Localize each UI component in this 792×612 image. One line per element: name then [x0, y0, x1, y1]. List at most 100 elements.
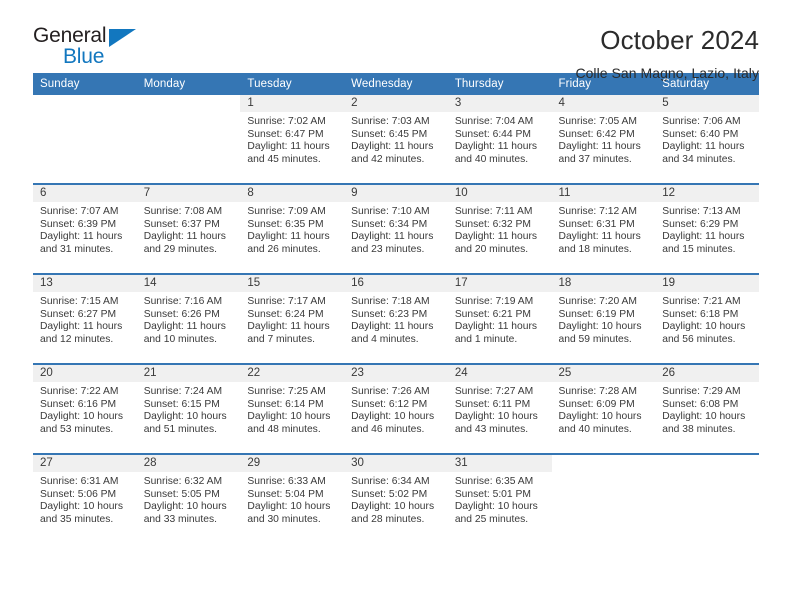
daylight-text: and 51 minutes. — [143, 423, 217, 435]
day-cell[interactable]: 21 Sunrise: 7:24 AM Sunset: 6:15 PM Dayligh… — [136, 365, 241, 453]
day-cell[interactable]: 8 Sunrise: 7:09 AM Sunset: 6:35 PM Daylight… — [240, 185, 345, 273]
sunset-text: Sunset: 6:47 PM — [247, 128, 324, 140]
day-number: 8 — [240, 185, 345, 202]
day-details: Sunrise: 6:34 AM Sunset: 5:02 PM Daylight:… — [344, 472, 448, 526]
daylight-text: Daylight: 10 hours — [662, 411, 746, 423]
daylight-text: Daylight: 10 hours — [454, 411, 538, 423]
daylight-text: and 15 minutes. — [662, 243, 736, 255]
day-number: 21 — [136, 365, 241, 382]
weekday-header-monday: Monday — [136, 73, 241, 95]
daylight-text: Daylight: 10 hours — [143, 411, 227, 423]
daylight-text: and 38 minutes. — [662, 423, 736, 435]
sunset-text: Sunset: 6:35 PM — [247, 218, 324, 230]
daylight-text: Daylight: 10 hours — [351, 501, 435, 513]
day-number: 27 — [33, 455, 137, 472]
sunset-text: Sunset: 5:02 PM — [351, 488, 428, 500]
day-number: 12 — [655, 185, 759, 202]
day-number: 23 — [344, 365, 448, 382]
day-cell[interactable]: 20 Sunrise: 7:22 AM Sunset: 6:16 PM Dayligh… — [33, 365, 137, 453]
day-cell[interactable]: 19 Sunrise: 7:21 AM Sunset: 6:18 PM Dayligh… — [655, 275, 759, 363]
day-cell[interactable]: 9 Sunrise: 7:10 AM Sunset: 6:34 PM Daylight… — [344, 185, 448, 273]
day-number: 31 — [447, 455, 552, 472]
day-cell[interactable]: 6 Sunrise: 7:07 AM Sunset: 6:39 PM Daylight… — [33, 185, 137, 273]
daylight-text: Daylight: 11 hours — [662, 141, 745, 153]
daylight-text: and 34 minutes. — [662, 153, 736, 165]
daylight-text: and 40 minutes. — [558, 423, 632, 435]
day-details: Sunrise: 7:15 AM Sunset: 6:27 PM Daylight:… — [33, 292, 137, 346]
sunrise-text: Sunrise: 7:21 AM — [662, 296, 741, 307]
day-details: Sunrise: 6:35 AM Sunset: 5:01 PM Daylight:… — [448, 472, 552, 526]
sunrise-text: Sunrise: 7:27 AM — [454, 386, 534, 397]
sunset-text: Sunset: 6:16 PM — [40, 398, 117, 410]
day-details: Sunrise: 6:32 AM Sunset: 5:05 PM Daylight:… — [137, 472, 241, 526]
day-cell[interactable]: 31 Sunrise: 6:35 AM Sunset: 5:01 PM Dayligh… — [447, 455, 552, 543]
title-block: October 2024 Colle San Magno, Lazio, Ita… — [575, 24, 759, 81]
day-cell[interactable]: 15 Sunrise: 7:17 AM Sunset: 6:24 PM Dayligh… — [240, 275, 345, 363]
sunrise-text: Sunrise: 7:04 AM — [454, 116, 534, 127]
daylight-text: and 26 minutes. — [247, 243, 321, 255]
day-number: 19 — [655, 275, 759, 292]
day-cell[interactable]: 14 Sunrise: 7:16 AM Sunset: 6:26 PM Dayligh… — [136, 275, 241, 363]
day-cell[interactable]: 16 Sunrise: 7:18 AM Sunset: 6:23 PM Dayligh… — [344, 275, 448, 363]
day-cell[interactable]: 2 Sunrise: 7:03 AM Sunset: 6:45 PM Daylight… — [344, 95, 448, 183]
day-cell-empty — [136, 95, 241, 183]
day-cell[interactable]: 25 Sunrise: 7:28 AM Sunset: 6:09 PM Dayligh… — [551, 365, 656, 453]
day-number: 14 — [136, 275, 241, 292]
daylight-text: and 20 minutes. — [454, 243, 529, 255]
sunset-text: Sunset: 6:27 PM — [40, 308, 117, 320]
daylight-text: Daylight: 11 hours — [40, 321, 123, 333]
day-details — [33, 112, 137, 116]
day-cell[interactable]: 11 Sunrise: 7:12 AM Sunset: 6:31 PM Dayligh… — [551, 185, 656, 273]
day-cell[interactable]: 12 Sunrise: 7:13 AM Sunset: 6:29 PM Dayligh… — [655, 185, 759, 273]
day-number: 4 — [551, 95, 656, 112]
day-details: Sunrise: 7:03 AM Sunset: 6:45 PM Daylight:… — [344, 112, 448, 166]
daylight-text: Daylight: 10 hours — [40, 501, 123, 513]
sunset-text: Sunset: 6:31 PM — [558, 218, 635, 230]
sunrise-text: Sunrise: 7:10 AM — [351, 206, 430, 217]
sunrise-text: Sunrise: 7:12 AM — [558, 206, 637, 217]
weekday-header-thursday: Thursday — [447, 73, 552, 95]
day-cell[interactable]: 23 Sunrise: 7:26 AM Sunset: 6:12 PM Dayligh… — [344, 365, 448, 453]
day-cell[interactable]: 13 Sunrise: 7:15 AM Sunset: 6:27 PM Dayligh… — [33, 275, 137, 363]
sunset-text: Sunset: 6:40 PM — [662, 128, 739, 140]
day-details: Sunrise: 6:31 AM Sunset: 5:06 PM Daylight:… — [33, 472, 137, 526]
calendar-table: Sunday Monday Tuesday Wednesday Thursday Frid… — [33, 73, 759, 543]
sunrise-text: Sunrise: 7:29 AM — [662, 386, 741, 397]
sunset-text: Sunset: 6:26 PM — [143, 308, 220, 320]
day-cell[interactable]: 17 Sunrise: 7:19 AM Sunset: 6:21 PM Dayligh… — [447, 275, 552, 363]
day-cell[interactable]: 28 Sunrise: 6:32 AM Sunset: 5:05 PM Dayligh… — [136, 455, 241, 543]
day-cell[interactable]: 30 Sunrise: 6:34 AM Sunset: 5:02 PM Dayligh… — [344, 455, 448, 543]
day-details: Sunrise: 6:33 AM Sunset: 5:04 PM Daylight:… — [240, 472, 344, 526]
day-cell[interactable]: 4 Sunrise: 7:05 AM Sunset: 6:42 PM Daylight… — [551, 95, 656, 183]
sunrise-text: Sunrise: 6:35 AM — [454, 476, 534, 487]
daylight-text: Daylight: 11 hours — [351, 321, 434, 333]
page-title: October 2024 — [600, 25, 759, 55]
sunrise-text: Sunrise: 7:22 AM — [40, 386, 119, 397]
day-cell[interactable]: 29 Sunrise: 6:33 AM Sunset: 5:04 PM Dayligh… — [240, 455, 345, 543]
daylight-text: and 12 minutes. — [40, 333, 114, 345]
day-number: 18 — [551, 275, 656, 292]
day-cell[interactable]: 10 Sunrise: 7:11 AM Sunset: 6:32 PM Dayligh… — [447, 185, 552, 273]
day-cell[interactable]: 5 Sunrise: 7:06 AM Sunset: 6:40 PM Daylight… — [655, 95, 759, 183]
sunset-text: Sunset: 6:18 PM — [662, 308, 739, 320]
daylight-text: Daylight: 11 hours — [558, 141, 641, 153]
day-details: Sunrise: 7:24 AM Sunset: 6:15 PM Daylight:… — [137, 382, 241, 436]
day-cell[interactable]: 18 Sunrise: 7:20 AM Sunset: 6:19 PM Dayligh… — [551, 275, 656, 363]
daylight-text: and 59 minutes. — [558, 333, 632, 345]
day-cell[interactable]: 22 Sunrise: 7:25 AM Sunset: 6:14 PM Dayligh… — [240, 365, 345, 453]
day-cell[interactable]: 7 Sunrise: 7:08 AM Sunset: 6:37 PM Daylight… — [136, 185, 241, 273]
sunrise-text: Sunrise: 6:34 AM — [351, 476, 430, 487]
day-cell[interactable]: 1 Sunrise: 7:02 AM Sunset: 6:47 PM Daylight… — [240, 95, 345, 183]
day-cell[interactable]: 24 Sunrise: 7:27 AM Sunset: 6:11 PM Dayligh… — [447, 365, 552, 453]
calendar-page: General Blue October 2024 Colle San Magn… — [0, 0, 792, 612]
daylight-text: Daylight: 10 hours — [558, 411, 642, 423]
day-cell[interactable]: 3 Sunrise: 7:04 AM Sunset: 6:44 PM Daylight… — [447, 95, 552, 183]
day-number — [136, 95, 241, 112]
day-number: 26 — [655, 365, 759, 382]
day-cell[interactable]: 26 Sunrise: 7:29 AM Sunset: 6:08 PM Dayligh… — [655, 365, 759, 453]
daylight-text: and 56 minutes. — [662, 333, 736, 345]
daylight-text: Daylight: 10 hours — [454, 501, 538, 513]
day-cell[interactable]: 27 Sunrise: 6:31 AM Sunset: 5:06 PM Dayligh… — [33, 455, 137, 543]
daylight-text: Daylight: 11 hours — [662, 231, 745, 243]
calendar-week-row: 13 Sunrise: 7:15 AM Sunset: 6:27 PM Dayligh… — [33, 273, 759, 364]
